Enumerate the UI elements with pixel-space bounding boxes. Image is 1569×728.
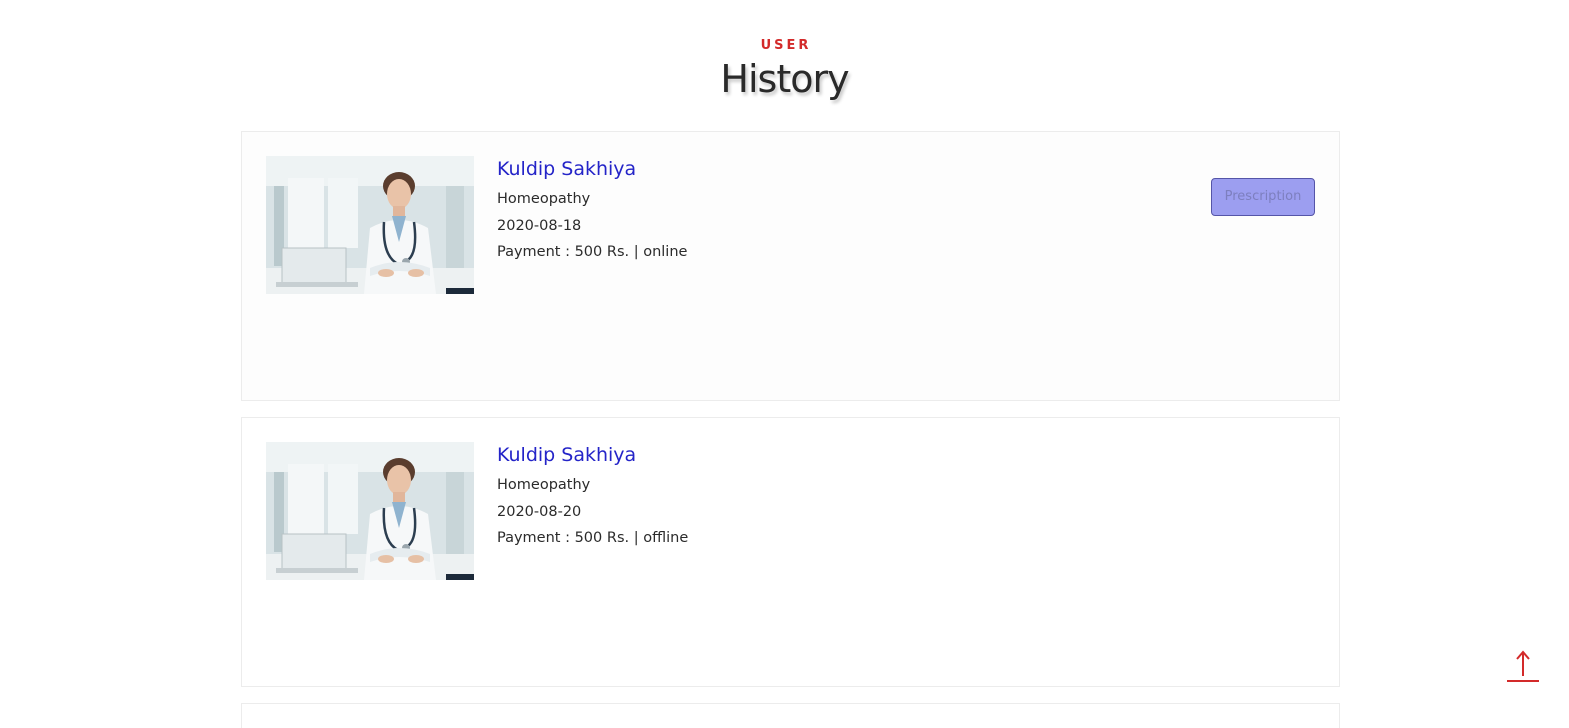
doctor-photo: [266, 442, 474, 580]
appointment-card: Kuldip Sakhiya Homeopathy 2020-08-20 Pay…: [241, 417, 1340, 687]
scroll-to-top-button[interactable]: [1506, 648, 1540, 684]
section-heading: USER History: [0, 38, 1569, 101]
history-page: USER History Kuldip Sakhiya Homeopathy 2…: [0, 0, 1569, 728]
appointment-info: Kuldip Sakhiya Homeopathy 2020-08-18 Pay…: [497, 156, 687, 266]
prescription-button[interactable]: Prescription: [1211, 178, 1315, 216]
doctor-name[interactable]: Kuldip Sakhiya: [497, 156, 687, 182]
appointment-card: Kuldip Sakhiya Homeopathy 2020-08-18 Pay…: [241, 131, 1340, 401]
appointment-list: Kuldip Sakhiya Homeopathy 2020-08-18 Pay…: [241, 131, 1340, 728]
specialty-label: Homeopathy: [497, 477, 591, 493]
arrow-up-icon: [1507, 650, 1539, 682]
doctor-name[interactable]: Kuldip Sakhiya: [497, 442, 688, 468]
section-eyebrow: USER: [760, 38, 812, 53]
doctor-photo: [266, 156, 474, 294]
specialty-label: Homeopathy: [497, 191, 591, 207]
appointment-date: 2020-08-18: [497, 217, 582, 234]
appointment-info: Kuldip Sakhiya Homeopathy 2020-08-20 Pay…: [497, 442, 688, 552]
appointment-date: 2020-08-20: [497, 503, 582, 520]
payment-info: Payment : 500 Rs. | online: [497, 244, 688, 260]
appointment-card: [241, 703, 1340, 728]
payment-info: Payment : 500 Rs. | offline: [497, 530, 689, 546]
page-title: History: [720, 57, 849, 101]
